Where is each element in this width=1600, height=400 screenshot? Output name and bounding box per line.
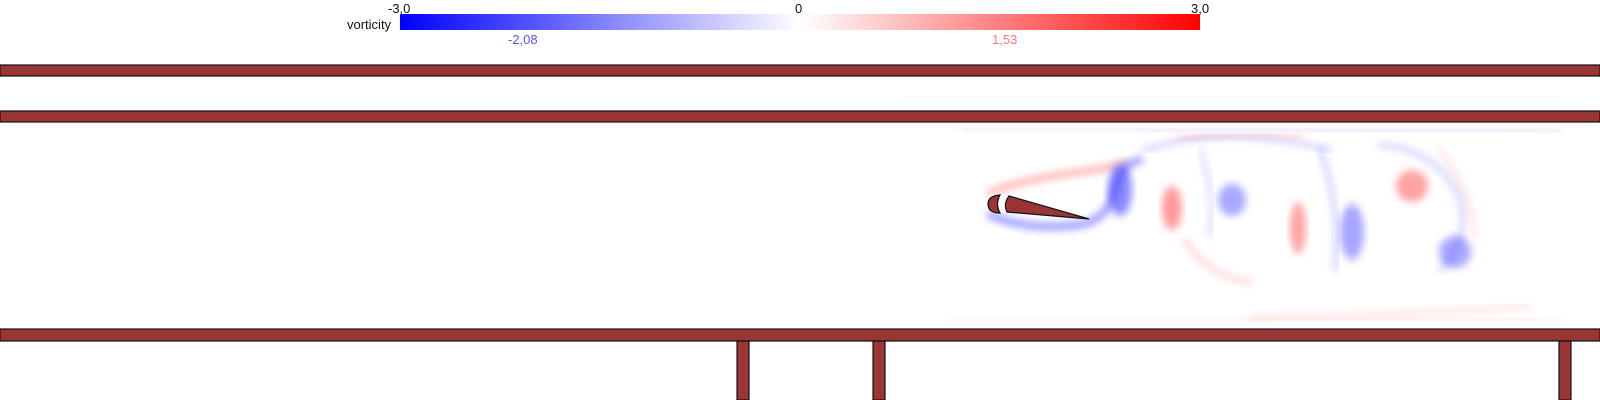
lower-wall [0,328,1600,342]
vortex-shear-layer [899,95,1561,99]
vortex-shear-layer [1148,129,1562,135]
flexible-flap [1004,195,1090,220]
vortex-shear-layer [1183,238,1252,284]
vorticity-wake-field [899,95,1562,324]
vortex-blob [1218,184,1246,216]
support-post-middle [872,340,886,400]
visualization-window: -3,0 0 3,0 vorticity -2,08 1,53 [0,0,1600,400]
support-post-left [736,340,750,400]
upper-inner-wall [0,110,1600,123]
vortex-blob [1340,204,1364,260]
cylinder-body [987,194,1002,214]
vortex-shear-layer [987,159,1128,195]
vortex-shear-layer [1318,148,1338,272]
upper-outer-wall [0,64,1600,77]
flow-field-scene [0,64,1600,400]
vortex-shear-layer [1248,304,1532,320]
vortex-shear-layer [1143,134,1332,152]
vortex-blob [1290,202,1306,254]
support-post-right [1558,340,1572,400]
vortex-blob [1162,186,1182,230]
vortex-blob [1108,164,1132,216]
vortex-blob [1396,170,1428,202]
vortex-shear-layer [1198,148,1213,237]
